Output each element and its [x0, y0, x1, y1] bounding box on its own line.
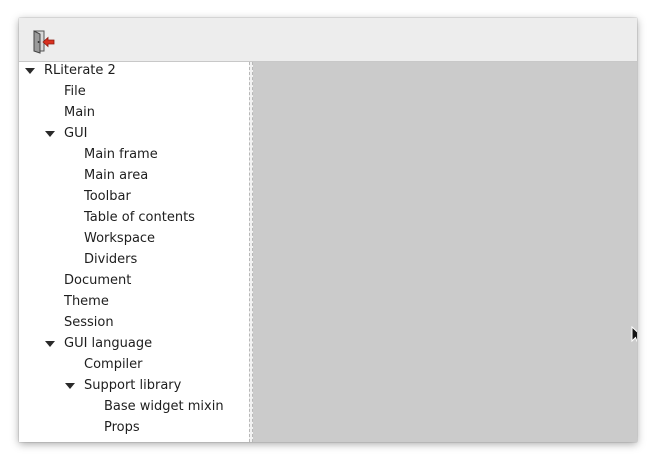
toc-item[interactable]: Theme — [45, 291, 109, 312]
table-of-contents[interactable]: RLiterate 2 File Main GUI Main frame Main are… — [19, 62, 249, 442]
toc-item[interactable]: RLiterate 2 — [25, 62, 116, 81]
toggle-spacer — [85, 423, 95, 433]
toc-item[interactable]: Dividers — [65, 249, 137, 270]
toc-item[interactable]: Props — [85, 417, 140, 438]
toc-item-label: Props — [104, 420, 140, 435]
toc-item-label: Main — [64, 105, 96, 120]
toc-item[interactable]: GUI — [45, 123, 87, 144]
toc-item[interactable]: Main frame — [65, 144, 158, 165]
toggle-spacer — [45, 318, 55, 328]
toc-item-label: Session — [64, 315, 114, 330]
toc-item-label: Support library — [84, 378, 182, 393]
toc-item-label: Main area — [84, 168, 149, 183]
toc-item[interactable]: Main — [45, 102, 95, 123]
toc-item[interactable]: Workspace — [65, 228, 155, 249]
expand-triangle-icon[interactable] — [25, 66, 35, 76]
expand-triangle-icon[interactable] — [65, 381, 75, 391]
mouse-cursor-icon — [631, 326, 637, 343]
toggle-spacer — [65, 234, 75, 244]
workspace[interactable] — [253, 62, 637, 442]
toc-item[interactable]: Document — [45, 270, 131, 291]
toc-item-label: Toolbar — [84, 189, 131, 204]
toc-item[interactable]: GUI language — [45, 333, 152, 354]
toc-item-label: Theme — [64, 294, 109, 309]
toc-item-label: Workspace — [84, 231, 156, 246]
toc-item-label: Base widget mixin — [104, 399, 224, 414]
toc-item[interactable]: Table of contents — [65, 207, 195, 228]
toggle-spacer — [65, 213, 75, 223]
toggle-spacer — [65, 360, 75, 370]
toc-item[interactable]: Compiler — [65, 354, 143, 375]
toggle-spacer — [65, 171, 75, 181]
toc-item[interactable]: File — [45, 81, 86, 102]
quit-icon — [33, 30, 55, 54]
expand-triangle-icon[interactable] — [45, 339, 55, 349]
toggle-spacer — [45, 297, 55, 307]
toc-item-label: Main frame — [84, 147, 158, 162]
toggle-spacer — [45, 87, 55, 97]
app-window: RLiterate 2 File Main GUI Main frame Main are… — [19, 18, 637, 442]
toc-item-label: Table of contents — [84, 210, 195, 225]
toggle-spacer — [65, 255, 75, 265]
toc-item[interactable]: Base widget mixin — [85, 396, 224, 417]
expand-triangle-icon[interactable] — [45, 129, 55, 139]
toc-item-label: Dividers — [84, 252, 138, 267]
toolbar — [19, 18, 637, 62]
quit-button[interactable] — [30, 28, 56, 54]
toc-item-label: GUI language — [64, 336, 153, 351]
toggle-spacer — [45, 108, 55, 118]
toc-item[interactable]: Main area — [65, 165, 148, 186]
toggle-spacer — [65, 192, 75, 202]
toc-item-label: File — [64, 84, 86, 99]
toggle-spacer — [85, 402, 95, 412]
toggle-spacer — [65, 150, 75, 160]
toc-item-label: Document — [64, 273, 132, 288]
toc-item[interactable]: Session — [45, 312, 114, 333]
toc-item[interactable]: Support library — [65, 375, 181, 396]
toc-item-label: RLiterate 2 — [44, 63, 116, 78]
toc-item[interactable]: Toolbar — [65, 186, 131, 207]
toc-item-label: Compiler — [84, 357, 143, 372]
toc-item-label: GUI — [64, 126, 88, 141]
toggle-spacer — [45, 276, 55, 286]
